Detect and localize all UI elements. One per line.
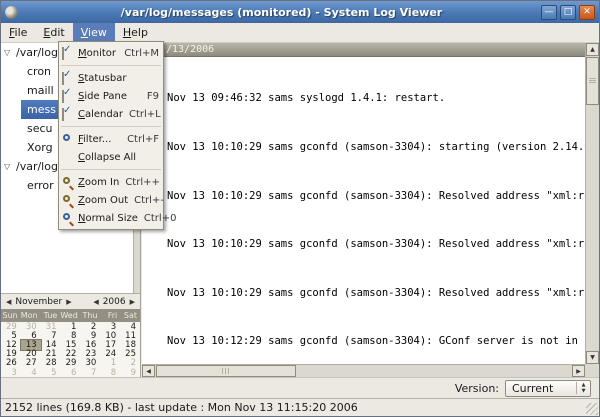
app-icon — [5, 5, 18, 19]
log-line[interactable]: Nov 13 10:10:29 sams gconfd (samson-3304… — [167, 285, 585, 301]
window-titlebar[interactable]: /var/log/messages (monitored) - System L… — [1, 1, 599, 23]
calendar-year: 2006 — [102, 296, 126, 307]
expander-icon[interactable]: ▽ — [4, 43, 10, 62]
menu-help[interactable]: Help — [115, 23, 156, 42]
calendar-month: November — [15, 296, 63, 307]
log-line[interactable]: Nov 13 10:12:29 sams gconfd (samson-3304… — [167, 333, 585, 349]
scroll-up-icon[interactable]: ▲ — [586, 43, 599, 56]
log-view-pane: /13/2006 Nov 13 09:46:32 sams syslogd 1.… — [142, 43, 599, 377]
menuitem-statusbar[interactable]: ✓ Statusbar — [59, 69, 163, 87]
scroll-right-icon[interactable]: ▶ — [572, 365, 585, 377]
statusbar: 2152 lines (169.8 KB) - last update : Mo… — [1, 398, 599, 416]
maximize-button[interactable]: □ — [560, 4, 576, 20]
vertical-scrollbar[interactable]: ▲ ▼ — [585, 43, 599, 364]
system-log-viewer-window: /var/log/messages (monitored) - System L… — [0, 0, 600, 417]
scroll-left-icon[interactable]: ◀ — [142, 365, 155, 377]
menuitem-collapse-all[interactable]: Collapse All — [59, 148, 163, 166]
scroll-down-icon[interactable]: ▼ — [586, 351, 599, 364]
expander-icon[interactable]: ▽ — [4, 157, 10, 176]
checkbox-checked-icon: ✓ — [62, 69, 74, 85]
log-date-header[interactable]: /13/2006 — [142, 43, 585, 57]
resize-grip[interactable] — [586, 403, 598, 415]
prev-year-button[interactable]: ◀ — [91, 298, 100, 306]
calendar-nav: ◀ November ▶ ◀ 2006 ▶ — [1, 294, 140, 309]
menubar: File Edit View Help — [1, 23, 599, 43]
next-month-button[interactable]: ▶ — [64, 298, 73, 306]
log-line[interactable]: Nov 13 10:10:29 sams gconfd (samson-3304… — [167, 139, 585, 155]
checkbox-checked-icon: ✓ — [62, 87, 74, 103]
prev-month-button[interactable]: ◀ — [4, 298, 13, 306]
menuitem-monitor[interactable]: ✓ Monitor Ctrl+M — [59, 44, 163, 62]
zoom-out-icon — [62, 194, 74, 208]
menuitem-normal-size[interactable]: Normal Size Ctrl+0 — [59, 209, 176, 227]
calendar-day-headers: Sun Mon Tue Wed Thu Fri Sat — [1, 309, 140, 322]
log-lines: Nov 13 09:46:32 sams syslogd 1.4.1: rest… — [142, 57, 585, 364]
vertical-scrollbar-thumb[interactable] — [586, 57, 599, 105]
menu-separator — [61, 65, 161, 66]
log-line[interactable]: Nov 13 09:46:32 sams syslogd 1.4.1: rest… — [167, 90, 585, 106]
version-combobox[interactable]: Current ▲ ▼ — [505, 379, 591, 397]
menu-edit[interactable]: Edit — [35, 23, 72, 42]
checkbox-checked-icon: ✓ — [62, 44, 74, 60]
horizontal-scrollbar[interactable]: ◀ ▶ — [142, 364, 585, 377]
version-value: Current — [512, 381, 554, 395]
menuitem-calendar[interactable]: ✓ Calendar Ctrl+L — [59, 105, 163, 123]
calendar-widget: ◀ November ▶ ◀ 2006 ▶ Sun Mon Tue Wed Thu Fri… — [1, 293, 140, 378]
menuitem-side-pane[interactable]: ✓ Side Pane F9 — [59, 87, 163, 105]
combobox-spinner-icon[interactable]: ▲ ▼ — [576, 382, 590, 394]
checkbox-checked-icon: ✓ — [62, 105, 74, 121]
menu-file[interactable]: File — [1, 23, 35, 42]
log-line[interactable]: Nov 13 10:10:29 sams gconfd (samson-3304… — [167, 236, 585, 252]
menuitem-filter[interactable]: Filter... Ctrl+F — [59, 130, 163, 148]
minimize-button[interactable]: — — [541, 4, 557, 20]
version-bar: Version: Current ▲ ▼ — [1, 377, 599, 398]
version-label: Version: — [454, 381, 499, 395]
menu-view[interactable]: View — [72, 23, 115, 42]
menuitem-zoom-in[interactable]: Zoom In Ctrl++ — [59, 173, 163, 191]
menu-separator — [61, 126, 161, 127]
filter-icon — [62, 133, 74, 145]
next-year-button[interactable]: ▶ — [128, 298, 137, 306]
menu-separator — [61, 169, 161, 170]
statusbar-text: 2152 lines (169.8 KB) - last update : Mo… — [5, 401, 358, 414]
calendar-grid: 29 30 31 1 2 3 4 5 6 7 8 9 10 11 12 13 1 — [1, 322, 140, 378]
normal-size-icon — [62, 212, 74, 226]
window-controls: — □ ✕ — [541, 4, 595, 20]
zoom-in-icon — [62, 176, 74, 190]
horizontal-scrollbar-thumb[interactable] — [156, 365, 296, 377]
close-button[interactable]: ✕ — [579, 4, 595, 20]
scrollbar-corner — [585, 364, 599, 377]
menuitem-zoom-out[interactable]: Zoom Out Ctrl+- — [59, 191, 164, 209]
log-line[interactable]: Nov 13 10:10:29 sams gconfd (samson-3304… — [167, 188, 585, 204]
window-title: /var/log/messages (monitored) - System L… — [120, 5, 443, 19]
view-menu-popup: ✓ Monitor Ctrl+M ✓ Statusbar ✓ Side Pane… — [58, 41, 176, 230]
